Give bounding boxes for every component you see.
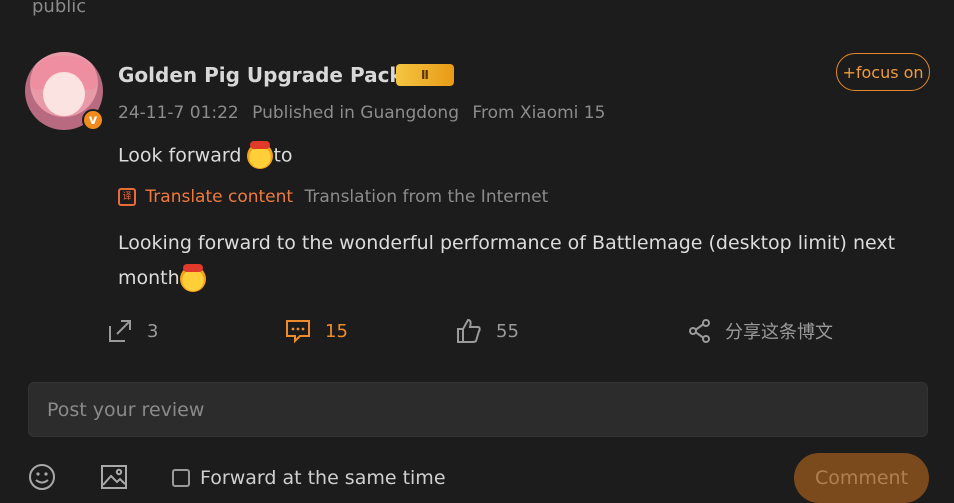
repost-count: 3 [147, 320, 159, 342]
section-label: public [32, 0, 87, 17]
post-text-after: to [273, 144, 293, 167]
like-count: 55 [496, 320, 519, 342]
post-meta: 24-11-7 01:22 Published in Guangdong Fro… [118, 103, 613, 123]
forward-checkbox[interactable] [172, 469, 190, 487]
emoji-picker-button[interactable] [28, 463, 56, 495]
review-input[interactable]: Post your review [28, 382, 928, 437]
look-forward-emoji-icon [247, 141, 274, 169]
comment-action-button[interactable]: 15 [285, 318, 348, 344]
image-upload-button[interactable] [100, 463, 128, 495]
share-label: 分享这条博文 [725, 322, 833, 343]
review-placeholder: Post your review [47, 398, 205, 421]
verified-badge-icon: v [82, 109, 104, 131]
like-button[interactable]: 55 [456, 318, 519, 344]
thumbs-up-icon [457, 318, 481, 343]
share-button[interactable]: 分享这条博文 [689, 318, 833, 344]
translate-icon: 译 [118, 188, 136, 206]
translate-source: Translation from the Internet [304, 187, 549, 207]
smiley-icon [29, 464, 55, 490]
post-text: Look forward to [118, 141, 293, 169]
post-device: From Xiaomi 15 [472, 103, 606, 123]
vip-badge-label: Ⅱ [421, 68, 429, 82]
avatar-face [43, 72, 85, 116]
repost-button[interactable]: 3 [107, 318, 158, 344]
image-icon [101, 465, 127, 489]
share-icon [689, 319, 710, 343]
follow-button[interactable]: +focus on [836, 53, 930, 91]
comment-submit-button[interactable]: Comment [794, 453, 929, 503]
comment-count: 15 [325, 320, 348, 342]
forward-option[interactable]: Forward at the same time [172, 467, 446, 489]
post-text-before: Look forward [118, 144, 248, 167]
vip-badge-icon: Ⅱ [396, 64, 454, 86]
post-timestamp[interactable]: 24-11-7 01:22 [118, 103, 239, 123]
translated-text: Looking forward to the wonderful perform… [118, 226, 918, 296]
translated-text-body: Looking forward to the wonderful perform… [118, 232, 896, 289]
look-forward-emoji-icon [179, 263, 206, 292]
translate-row: 译 Translate content Translation from the… [118, 187, 548, 207]
username[interactable]: Golden Pig Upgrade Pack [118, 63, 403, 87]
forward-label: Forward at the same time [200, 467, 446, 489]
repost-icon [109, 320, 131, 342]
post-actions: 3 15 55 分享这条博文 [0, 318, 954, 354]
post-location: Published in Guangdong [252, 103, 459, 123]
translate-content-link[interactable]: Translate content [145, 187, 293, 207]
comment-icon [286, 320, 310, 344]
